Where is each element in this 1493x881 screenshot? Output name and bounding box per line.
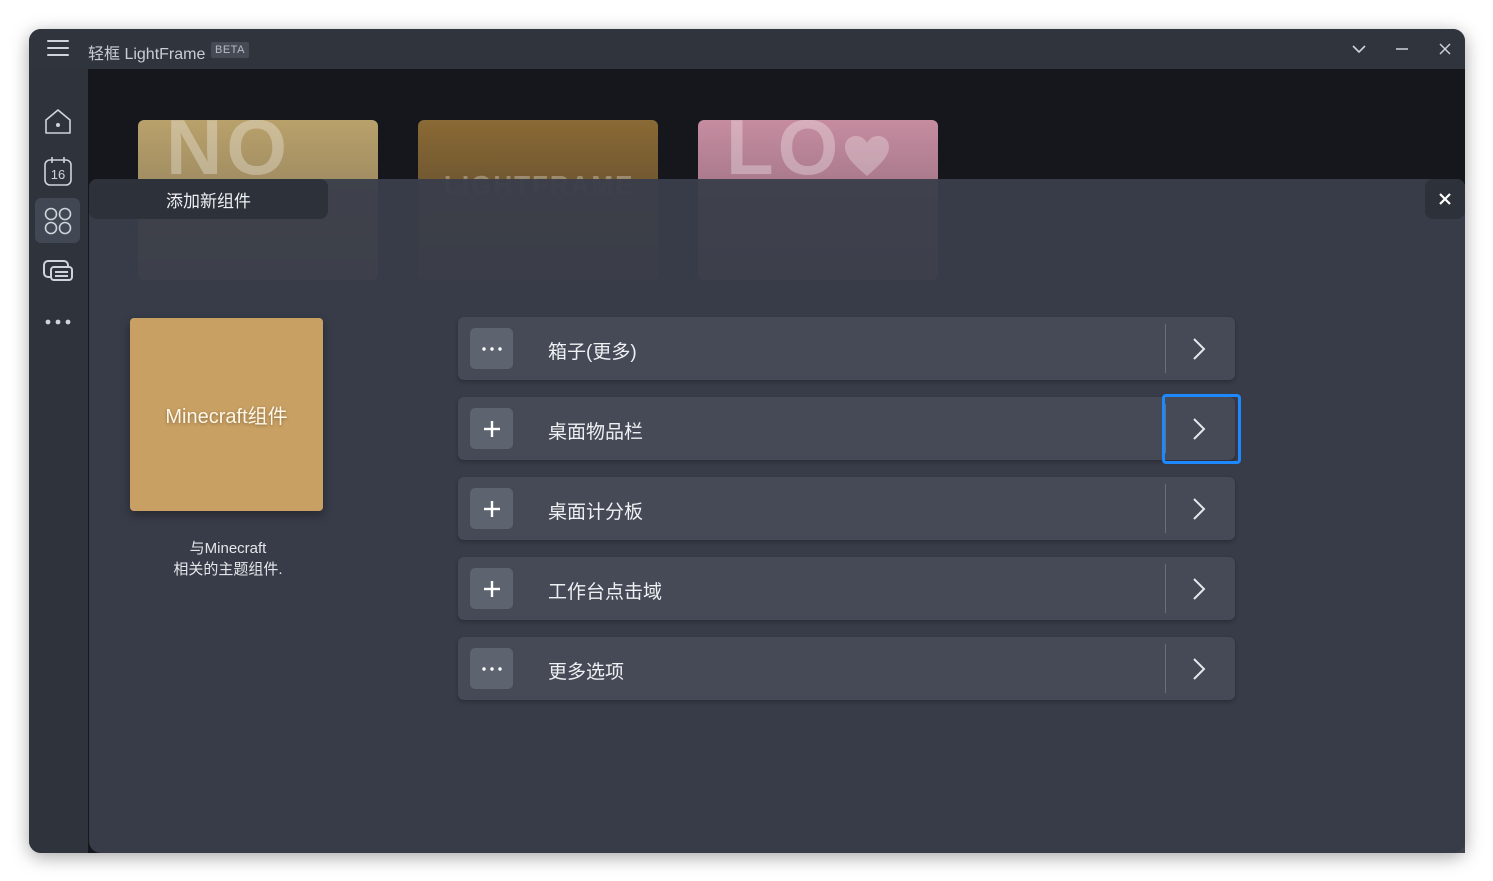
- sidebar: 16: [29, 69, 88, 853]
- focus-highlight: [1162, 394, 1241, 464]
- chevron-right-icon[interactable]: [1171, 564, 1227, 613]
- home-icon: [44, 108, 71, 134]
- heart-icon: [845, 136, 889, 176]
- row-label: 箱子(更多): [548, 342, 637, 363]
- close-icon: [1439, 193, 1451, 205]
- panel-title: 添加新组件: [89, 179, 328, 219]
- plus-icon[interactable]: [470, 568, 513, 609]
- divider: [1165, 324, 1166, 373]
- plus-icon[interactable]: [470, 488, 513, 529]
- svg-text:16: 16: [50, 167, 64, 182]
- preview-label: Minecraft组件: [165, 406, 288, 428]
- ellipsis-icon[interactable]: [470, 648, 513, 689]
- plus-icon[interactable]: [470, 408, 513, 449]
- widgets-icon: [44, 207, 71, 234]
- widget-row-chest-more[interactable]: 箱子(更多): [458, 317, 1235, 380]
- close-icon[interactable]: [1434, 38, 1456, 60]
- sidebar-item-cards[interactable]: [35, 248, 80, 293]
- chevron-down-icon[interactable]: [1348, 38, 1370, 60]
- widget-row-desktop-hotbar[interactable]: 桌面物品栏: [458, 397, 1235, 460]
- chevron-right-icon[interactable]: [1171, 644, 1227, 693]
- widget-row-more-options[interactable]: 更多选项: [458, 637, 1235, 700]
- sidebar-item-more[interactable]: [35, 299, 80, 344]
- ellipsis-icon[interactable]: [470, 328, 513, 369]
- sidebar-item-calendar[interactable]: 16: [35, 148, 80, 193]
- row-label: 桌面计分板: [548, 502, 644, 523]
- row-label: 更多选项: [548, 662, 625, 683]
- widget-preview-tile: Minecraft组件: [130, 318, 323, 511]
- beta-badge: BETA: [211, 42, 249, 58]
- widget-row-desktop-scoreboard[interactable]: 桌面计分板: [458, 477, 1235, 540]
- app-title: 轻框 LightFrame: [88, 46, 206, 63]
- cards-icon: [42, 259, 73, 281]
- chevron-right-icon[interactable]: [1171, 484, 1227, 533]
- title-bar: 轻框 LightFrame BETA: [29, 29, 1465, 69]
- hamburger-menu-icon[interactable]: [47, 40, 69, 58]
- divider: [1165, 644, 1166, 693]
- divider: [1165, 564, 1166, 613]
- calendar-icon: 16: [43, 156, 72, 186]
- row-label: 桌面物品栏: [548, 422, 644, 443]
- sidebar-item-widgets[interactable]: [35, 198, 80, 243]
- row-label: 工作台点击域: [548, 582, 663, 603]
- sidebar-item-home[interactable]: [35, 98, 80, 143]
- widget-description: 与Minecraft 相关的主题组件.: [173, 540, 283, 578]
- widget-row-workbench-click-area[interactable]: 工作台点击域: [458, 557, 1235, 620]
- divider: [1165, 484, 1166, 533]
- chevron-right-icon[interactable]: [1171, 324, 1227, 373]
- more-icon: [45, 319, 70, 324]
- minimize-icon[interactable]: [1391, 38, 1413, 60]
- panel-close-button[interactable]: [1425, 179, 1465, 219]
